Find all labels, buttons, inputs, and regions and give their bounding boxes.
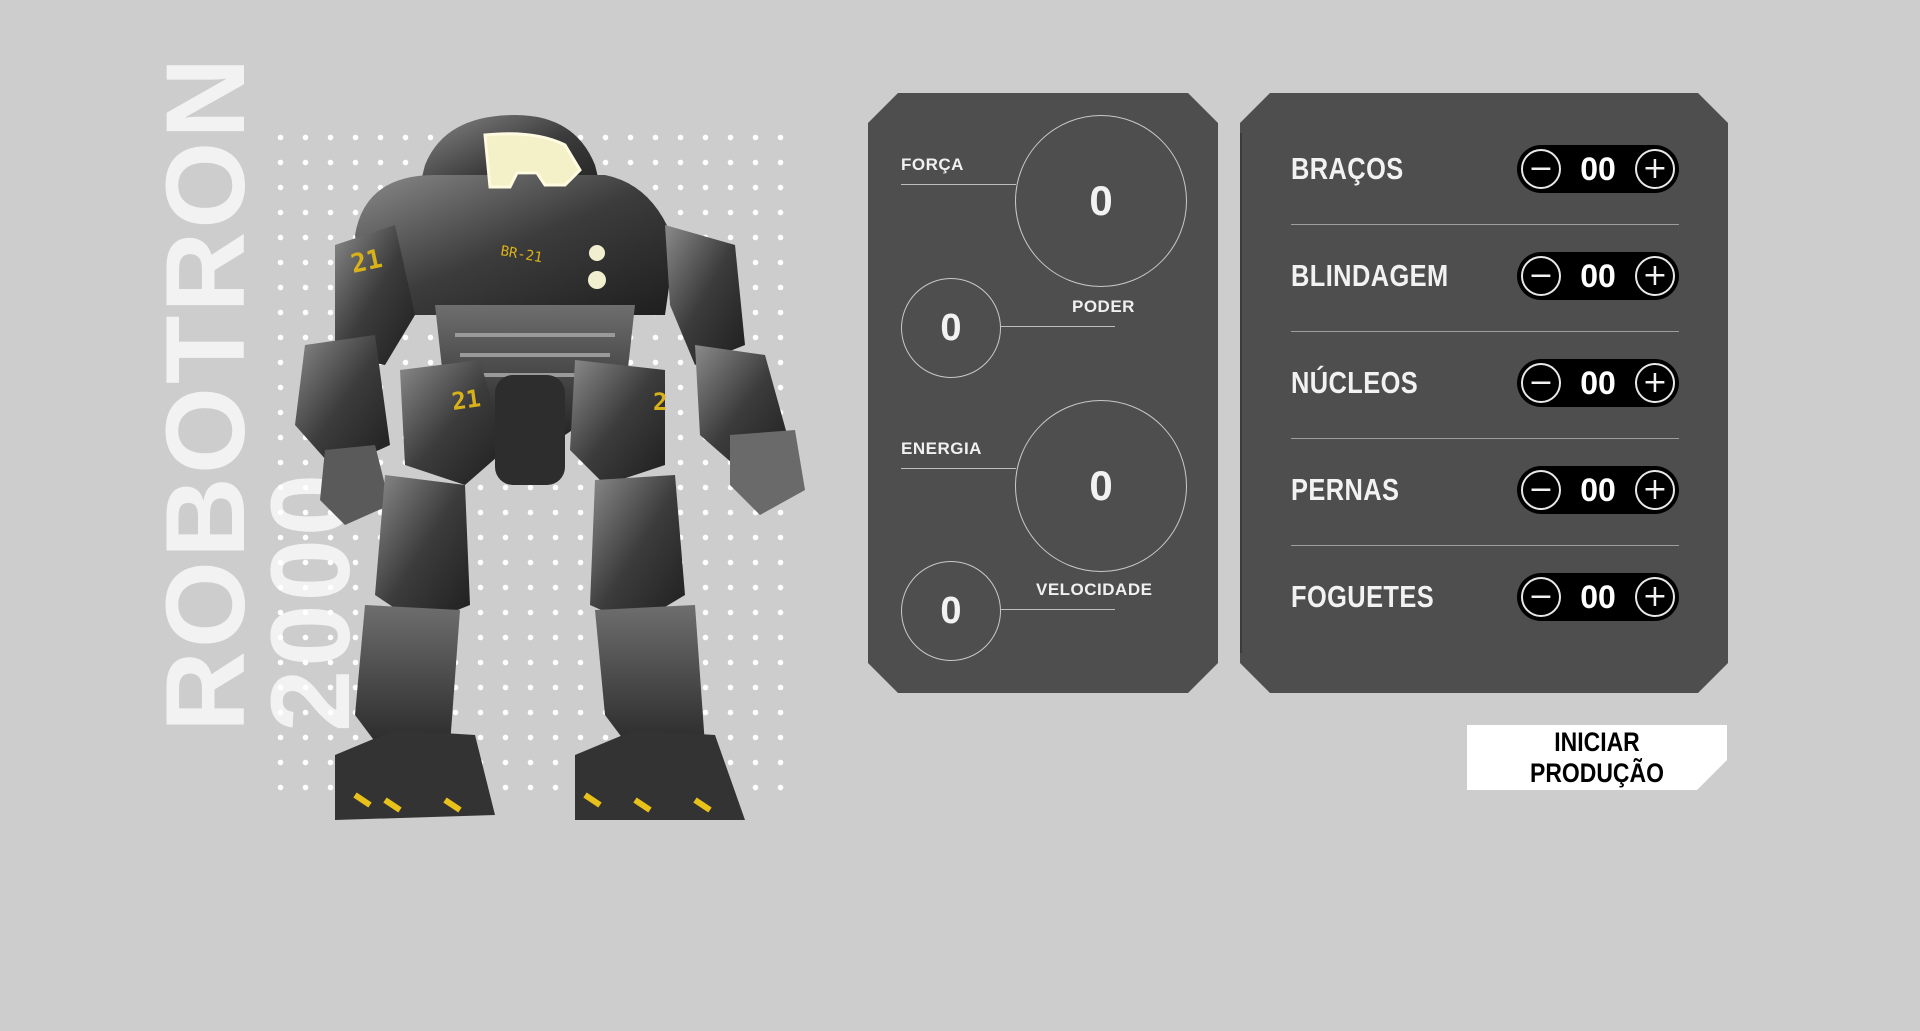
stat-label-forca: FORÇA: [901, 155, 964, 174]
increment-button[interactable]: +: [1635, 363, 1675, 403]
part-counter: − 00 +: [1517, 466, 1679, 514]
part-count: 00: [1580, 578, 1616, 615]
stat-line-poder: [1000, 326, 1115, 327]
part-row-bracos: BRAÇOS − 00 +: [1291, 117, 1679, 225]
stat-label-energia: ENERGIA: [901, 439, 982, 458]
decrement-button[interactable]: −: [1521, 149, 1561, 189]
stat-circle-energia: 0: [1015, 400, 1187, 572]
stat-line-energia: [901, 468, 1016, 469]
part-count: 00: [1580, 364, 1616, 401]
stat-circle-forca: 0: [1015, 115, 1187, 287]
decrement-button[interactable]: −: [1521, 470, 1561, 510]
part-name: BLINDAGEM: [1291, 258, 1449, 293]
part-name: PERNAS: [1291, 472, 1400, 507]
part-count: 00: [1580, 471, 1616, 508]
title-line-1: ROBOTRON: [143, 54, 268, 732]
part-name: BRAÇOS: [1291, 151, 1404, 186]
part-row-foguetes: FOGUETES − 00 +: [1291, 545, 1679, 652]
part-count: 00: [1580, 257, 1616, 294]
increment-button[interactable]: +: [1635, 577, 1675, 617]
decrement-button[interactable]: −: [1521, 363, 1561, 403]
stat-circle-velocidade: 0: [901, 561, 1001, 661]
decrement-button[interactable]: −: [1521, 256, 1561, 296]
start-production-label: INICIAR PRODUÇÃO: [1530, 726, 1664, 788]
robot-marking: 2: [653, 388, 667, 416]
increment-button[interactable]: +: [1635, 470, 1675, 510]
increment-button[interactable]: +: [1635, 256, 1675, 296]
part-row-nucleos: NÚCLEOS − 00 +: [1291, 331, 1679, 439]
part-count: 00: [1580, 150, 1616, 187]
part-name: NÚCLEOS: [1291, 365, 1419, 400]
part-counter: − 00 +: [1517, 359, 1679, 407]
part-row-pernas: PERNAS − 00 +: [1291, 438, 1679, 546]
part-row-blindagem: BLINDAGEM − 00 +: [1291, 224, 1679, 332]
part-name: FOGUETES: [1291, 579, 1435, 614]
part-counter: − 00 +: [1517, 252, 1679, 300]
robot-illustration: 21 BR-21 21 2: [295, 115, 805, 820]
part-counter: − 00 +: [1517, 145, 1679, 193]
stat-label-velocidade: VELOCIDADE: [1036, 580, 1153, 599]
robot-marking: 21: [348, 244, 385, 280]
start-production-button[interactable]: INICIAR PRODUÇÃO: [1467, 725, 1727, 790]
stat-label-poder: PODER: [1072, 297, 1135, 316]
stat-line-velocidade: [1000, 609, 1115, 610]
stat-circle-poder: 0: [901, 278, 1001, 378]
decrement-button[interactable]: −: [1521, 577, 1561, 617]
stat-line-forca: [901, 184, 1016, 185]
increment-button[interactable]: +: [1635, 149, 1675, 189]
part-counter: − 00 +: [1517, 573, 1679, 621]
robot-marking: 21: [450, 384, 483, 416]
